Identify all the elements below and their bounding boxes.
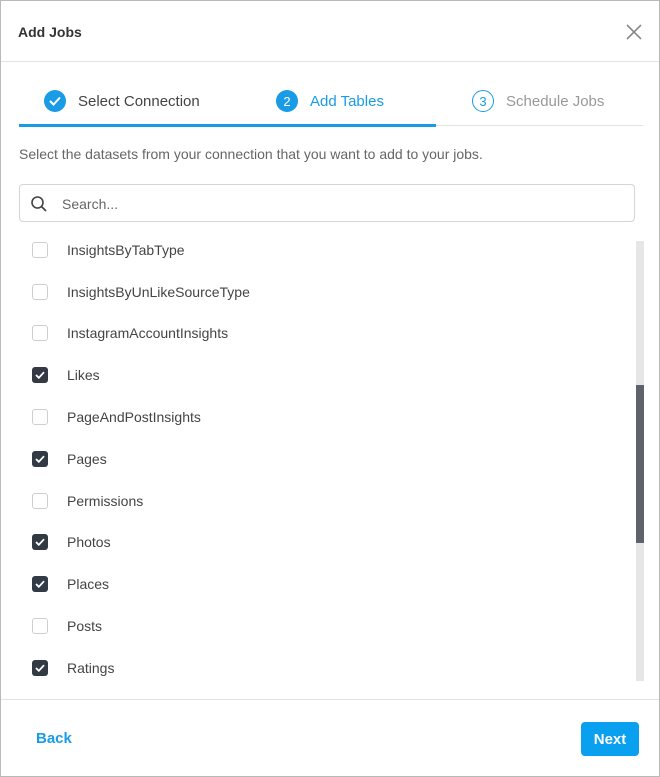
checkmark-icon: [35, 664, 45, 672]
dataset-row[interactable]: Likes: [19, 354, 619, 396]
dataset-row[interactable]: Places: [19, 563, 619, 605]
dataset-label: Ratings: [67, 659, 115, 676]
checkbox-checked[interactable]: [32, 659, 48, 676]
checkbox-unchecked[interactable]: [32, 325, 48, 342]
dataset-label: Posts: [67, 618, 103, 635]
checkmark-icon: [35, 539, 45, 547]
checkbox-checked[interactable]: [32, 534, 48, 551]
search-icon: [31, 196, 47, 212]
add-jobs-dialog: Add Jobs Select Connection 2 Add Tables …: [0, 0, 660, 777]
dataset-label: PageAndPostInsights: [67, 409, 201, 426]
instructions-text: Select the datasets from your connection…: [19, 146, 483, 162]
dataset-label: InstagramAccountInsights: [67, 325, 229, 342]
checkbox-checked[interactable]: [32, 367, 48, 384]
checkbox-unchecked[interactable]: [32, 283, 48, 300]
dataset-label: Places: [67, 576, 110, 593]
active-step-indicator: [19, 124, 436, 127]
step-number: 3: [472, 90, 494, 112]
scrollbar[interactable]: [636, 241, 644, 681]
dataset-row[interactable]: Posts: [19, 605, 619, 647]
dataset-row[interactable]: Photos: [19, 522, 619, 564]
checkmark-icon: [35, 455, 45, 463]
checkbox-unchecked[interactable]: [32, 241, 48, 258]
checkbox-checked[interactable]: [32, 450, 48, 467]
dataset-row[interactable]: PageAndPostInsights: [19, 396, 619, 438]
checkmark-icon: [35, 580, 45, 589]
dialog-header: Add Jobs: [1, 1, 659, 62]
dataset-row[interactable]: InsightsByTabType: [19, 241, 619, 271]
back-button[interactable]: Back: [36, 730, 72, 747]
dataset-row[interactable]: Ratings: [19, 647, 619, 683]
dataset-label: InsightsByUnLikeSourceType: [67, 283, 250, 300]
search-box: [19, 184, 635, 222]
next-button[interactable]: Next: [581, 722, 639, 756]
dataset-row[interactable]: InstagramAccountInsights: [19, 313, 619, 355]
dataset-label: Pages: [67, 450, 107, 467]
checkbox-unchecked[interactable]: [32, 492, 48, 509]
step-schedule-jobs[interactable]: 3 Schedule Jobs: [472, 89, 604, 113]
dataset-label: InsightsByTabType: [67, 241, 185, 258]
scrollbar-thumb[interactable]: [636, 385, 644, 543]
step-label: Add Tables: [310, 92, 384, 110]
close-icon[interactable]: [625, 23, 643, 41]
step-add-tables[interactable]: 2 Add Tables: [276, 89, 384, 113]
step-label: Select Connection: [78, 92, 200, 110]
dataset-list: InsightsByTabType InsightsByUnLikeSourceT…: [19, 241, 645, 683]
dataset-label: Permissions: [67, 492, 144, 509]
dialog-footer: Back Next: [1, 699, 659, 777]
dialog-title: Add Jobs: [18, 24, 82, 40]
dataset-row[interactable]: Pages: [19, 438, 619, 480]
checkmark-icon: [35, 371, 45, 380]
dataset-label: Photos: [67, 534, 111, 551]
checkbox-checked[interactable]: [32, 576, 48, 593]
step-number: 2: [276, 90, 298, 112]
dataset-row[interactable]: InsightsByUnLikeSourceType: [19, 271, 619, 313]
step-label: Schedule Jobs: [506, 92, 605, 110]
step-select-connection[interactable]: Select Connection: [44, 89, 200, 113]
stepper: Select Connection 2 Add Tables 3 Schedul…: [19, 81, 643, 127]
dataset-row[interactable]: Permissions: [19, 480, 619, 522]
search-input[interactable]: [60, 191, 624, 217]
check-circle-icon: [44, 90, 66, 112]
dataset-label: Likes: [67, 367, 100, 384]
checkbox-unchecked[interactable]: [32, 409, 48, 426]
checkbox-unchecked[interactable]: [32, 618, 48, 635]
